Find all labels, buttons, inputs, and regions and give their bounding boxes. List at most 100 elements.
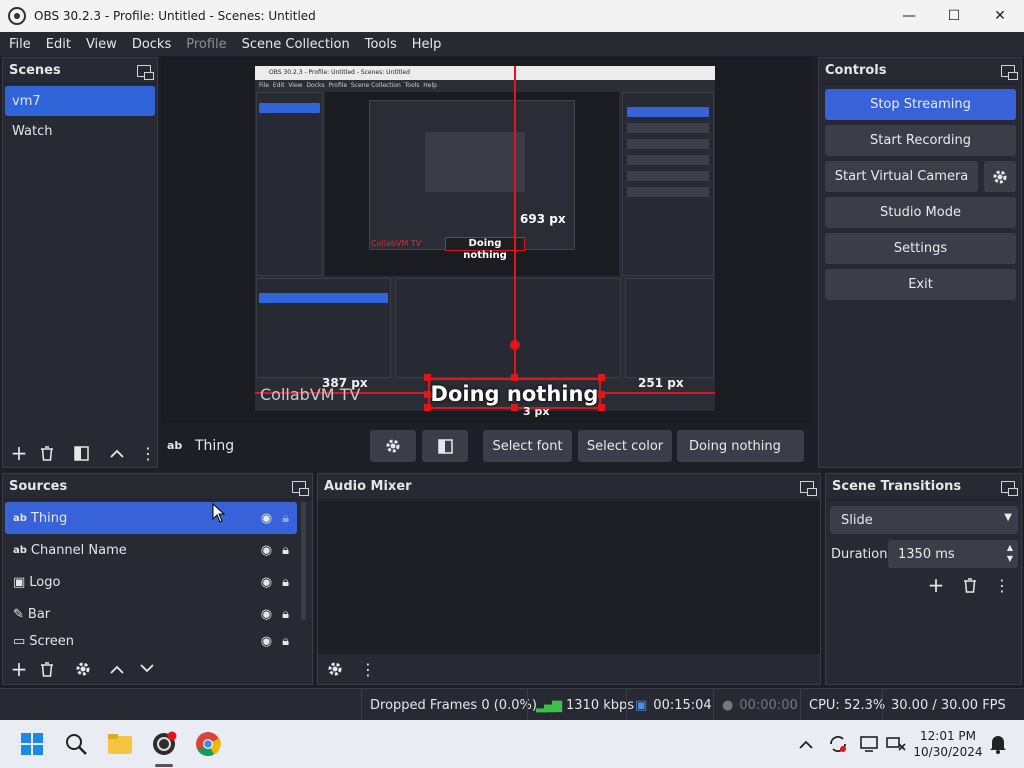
scenes-dock-header: Scenes — [3, 58, 157, 84]
minimize-button[interactable]: — — [886, 0, 932, 32]
scene-item-watch[interactable]: Watch — [5, 116, 155, 146]
resize-handle[interactable] — [424, 374, 431, 381]
maximize-button[interactable]: ☐ — [931, 0, 977, 32]
gear-icon — [76, 662, 90, 676]
remove-source-button[interactable] — [37, 658, 57, 680]
undock-icon[interactable] — [1001, 480, 1018, 496]
menu-profile[interactable]: Profile — [186, 37, 226, 52]
resize-handle[interactable] — [424, 404, 431, 411]
lock-icon[interactable]: 🔒︎ — [282, 634, 289, 649]
scene-filters-button[interactable] — [71, 441, 91, 465]
settings-button[interactable]: Settings — [825, 233, 1016, 264]
add-transition-button[interactable]: + — [926, 573, 946, 597]
display-icon[interactable] — [856, 730, 884, 758]
menu-help[interactable]: Help — [412, 37, 442, 52]
scenes-more-icon[interactable]: ⋮ — [140, 441, 156, 465]
sources-scrollbar[interactable] — [301, 502, 306, 620]
scene-move-up-button[interactable] — [107, 441, 127, 465]
scene-transitions-header: Scene Transitions — [826, 474, 1021, 500]
chrome-icon[interactable] — [194, 730, 222, 758]
watermark-text: CollabVM TV — [260, 385, 361, 404]
lock-icon[interactable]: 🔒︎ — [282, 575, 289, 590]
select-color-button[interactable]: Select color — [578, 430, 672, 462]
source-move-up-button[interactable] — [107, 658, 127, 680]
virtual-camera-settings-button[interactable] — [984, 161, 1016, 192]
windows-start-icon[interactable] — [18, 730, 46, 758]
remove-transition-button[interactable] — [960, 574, 980, 596]
undock-icon[interactable] — [292, 480, 309, 496]
add-source-button[interactable]: + — [9, 657, 29, 681]
source-actions: ◉ 🔒︎ — [261, 630, 289, 652]
studio-mode-button[interactable]: Studio Mode — [825, 197, 1016, 228]
menu-view[interactable]: View — [86, 37, 117, 52]
audio-mixer-more-icon[interactable]: ⋮ — [360, 658, 376, 680]
transition-select[interactable]: Slide ▼ — [830, 506, 1018, 534]
eye-icon[interactable]: ◉ — [261, 543, 272, 558]
record-icon: ● — [722, 697, 734, 713]
menu-tools[interactable]: Tools — [365, 37, 397, 52]
scene-item-vm7[interactable]: vm7 — [5, 86, 155, 116]
source-item-bar[interactable]: ✎ Bar ◉ 🔒︎ — [5, 598, 297, 630]
eye-icon[interactable]: ◉ — [261, 511, 272, 526]
chevron-up-icon[interactable] — [792, 730, 820, 758]
audio-mixer-settings-button[interactable] — [325, 658, 345, 680]
obs-taskbar-icon[interactable] — [150, 730, 178, 758]
source-item-logo[interactable]: ▣ Logo ◉ 🔒︎ — [5, 566, 297, 598]
eye-icon[interactable]: ◉ — [261, 575, 272, 590]
add-scene-button[interactable]: + — [9, 441, 29, 465]
duration-spinbox[interactable]: 1350 ms ▲ ▼ — [888, 540, 1018, 568]
remove-scene-button[interactable] — [37, 441, 57, 465]
source-label: Thing — [30, 510, 68, 526]
start-recording-button[interactable]: Start Recording — [825, 125, 1016, 156]
source-properties-button[interactable] — [370, 430, 416, 462]
close-button[interactable]: ✕ — [977, 0, 1023, 32]
menu-scene-collection[interactable]: Scene Collection — [242, 37, 350, 52]
stop-streaming-button[interactable]: Stop Streaming — [825, 89, 1016, 120]
gear-icon — [328, 662, 342, 676]
resize-handle[interactable] — [598, 374, 605, 381]
network-icon[interactable] — [882, 730, 910, 758]
source-item-channel-name[interactable]: ab Channel Name ◉ 🔒︎ — [5, 534, 297, 566]
source-filters-button[interactable] — [422, 430, 468, 462]
undock-icon[interactable] — [800, 480, 817, 496]
select-font-button[interactable]: Select font — [483, 430, 572, 462]
start-virtual-camera-button[interactable]: Start Virtual Camera — [825, 161, 978, 192]
source-properties-small-button[interactable] — [73, 658, 93, 680]
undock-icon[interactable] — [137, 64, 154, 80]
resize-handle[interactable] — [598, 404, 605, 411]
notification-bell-icon[interactable] — [984, 730, 1012, 758]
transitions-more-icon[interactable]: ⋮ — [994, 574, 1010, 596]
clock[interactable]: 12:01 PM 10/30/2024 — [912, 728, 984, 760]
controls-dock-header: Controls — [819, 58, 1021, 84]
resize-handle[interactable] — [424, 391, 431, 398]
eye-icon[interactable]: ◉ — [261, 607, 272, 622]
title-bar: OBS 30.2.3 - Profile: Untitled - Scenes:… — [0, 0, 1024, 32]
search-icon[interactable] — [62, 730, 90, 758]
stream-time-indicator: ▣ 00:15:04 — [626, 689, 712, 721]
menu-docks[interactable]: Docks — [132, 37, 171, 52]
sources-dock-header: Sources — [3, 474, 312, 500]
undock-icon[interactable] — [1001, 64, 1018, 80]
source-move-down-button[interactable] — [137, 658, 157, 680]
menu-file[interactable]: File — [9, 37, 31, 52]
source-actions: ◉ 🔒︎ — [261, 566, 289, 598]
resize-handle[interactable] — [511, 374, 518, 381]
lock-icon[interactable]: 🔒︎ — [282, 543, 289, 558]
file-explorer-icon[interactable] — [106, 730, 134, 758]
scenes-dock-title: Scenes — [9, 63, 61, 78]
source-label: Logo — [29, 574, 61, 590]
exit-button[interactable]: Exit — [825, 269, 1016, 300]
sync-icon[interactable] — [824, 730, 852, 758]
resize-handle[interactable] — [598, 391, 605, 398]
eye-icon[interactable]: ◉ — [261, 634, 272, 649]
source-item-screen[interactable]: ▭ Screen ◉ 🔒︎ — [5, 630, 297, 652]
menu-edit[interactable]: Edit — [46, 37, 71, 52]
resize-handle[interactable] — [511, 404, 518, 411]
lock-icon[interactable]: 🔒︎ — [282, 607, 289, 622]
lock-icon[interactable]: 🔒︎ — [282, 511, 289, 526]
source-item-thing[interactable]: ab Thing ◉ 🔒︎ — [5, 502, 297, 534]
spin-arrows-icon[interactable]: ▲ ▼ — [1007, 542, 1013, 564]
text-value-field[interactable]: Doing nothing — [677, 430, 804, 462]
sources-dock: Sources ab Thing ◉ 🔒︎ ab Channel Name ◉ … — [2, 473, 313, 685]
preview-canvas[interactable]: OBS 30.2.3 - Profile: Untitled - Scenes:… — [255, 66, 715, 411]
